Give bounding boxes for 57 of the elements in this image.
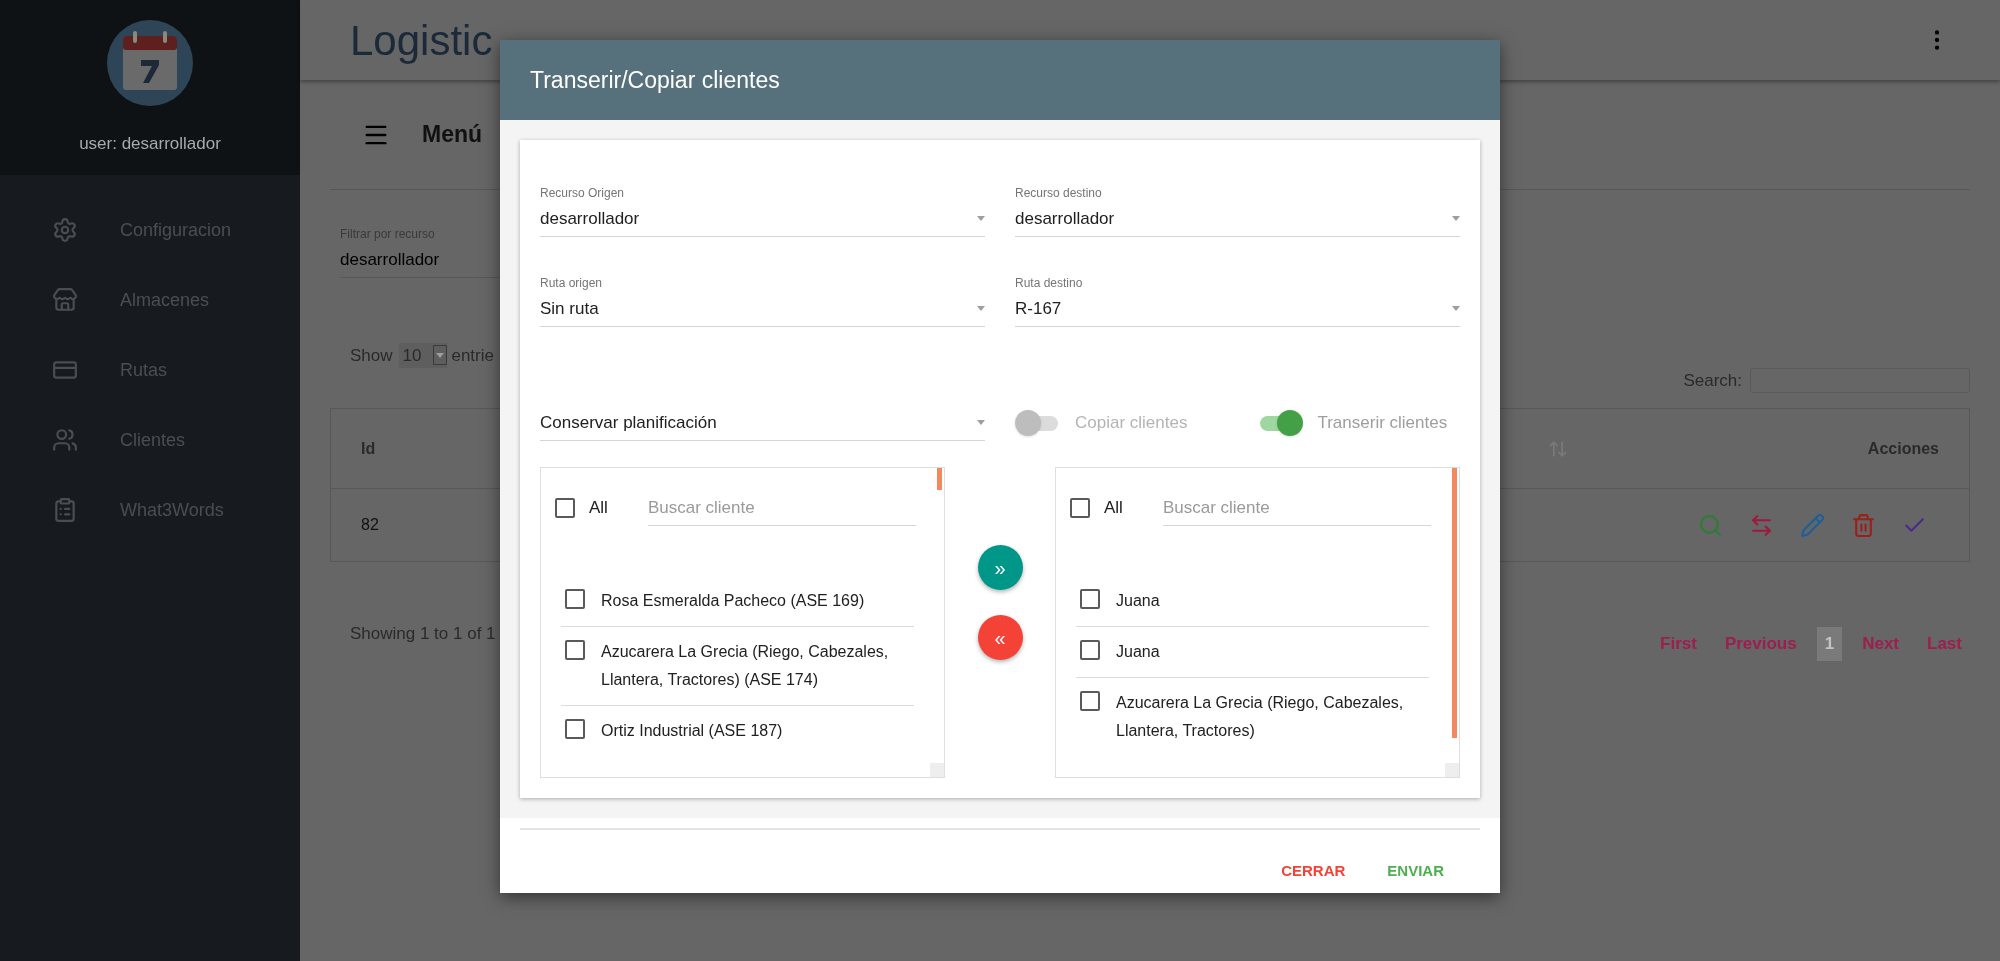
- select-field[interactable]: Sin ruta: [540, 291, 985, 327]
- toggle-label: Copiar clientes: [1075, 412, 1188, 435]
- dialog-button[interactable]: ENVIAR: [1371, 852, 1460, 891]
- checkbox[interactable]: [1080, 640, 1100, 660]
- pagination-link[interactable]: 1: [1816, 627, 1843, 661]
- caret-icon: [977, 420, 985, 425]
- search-label: Search:: [1683, 369, 1742, 392]
- checkbox[interactable]: [1070, 498, 1090, 518]
- table-info: Showing 1 to 1 of 1: [350, 623, 496, 645]
- scrollbar-thumb[interactable]: [1452, 468, 1457, 738]
- checkbox[interactable]: [565, 640, 585, 660]
- caret-icon: [977, 216, 985, 221]
- scrollbar-thumb[interactable]: [937, 468, 942, 490]
- user-name: user: desarrollador: [79, 133, 221, 155]
- field-label: Ruta destino: [1015, 275, 1084, 291]
- caret-icon: [436, 352, 445, 358]
- field-label: Ruta origen: [540, 275, 604, 291]
- client-name[interactable]: Rosa Esmeralda Pacheco (ASE 169): [601, 587, 865, 615]
- checkbox[interactable]: [565, 589, 585, 609]
- select-field[interactable]: desarrollador: [540, 201, 985, 237]
- move-button[interactable]: »: [977, 545, 1023, 590]
- column-header: Acciones: [1867, 438, 1939, 459]
- all-label: All: [589, 497, 608, 520]
- field-label: Recurso Origen: [540, 185, 626, 201]
- app-title: Logistic: [350, 15, 493, 66]
- client-name[interactable]: Juana: [1116, 638, 1160, 666]
- dialog-button[interactable]: CERRAR: [1265, 852, 1362, 891]
- settings-icon: [52, 217, 78, 243]
- scrollbar-corner: [1445, 763, 1459, 777]
- people-icon: [52, 427, 78, 453]
- checkbox[interactable]: [555, 498, 575, 518]
- caret-icon: [1452, 306, 1460, 311]
- toggle-label: Transerir clientes: [1317, 412, 1448, 435]
- client-name[interactable]: Ortiz Industrial (ASE 187): [601, 717, 783, 745]
- select-field[interactable]: R-167: [1015, 291, 1460, 327]
- all-label: All: [1104, 497, 1123, 520]
- menu-title: Menú: [422, 120, 483, 150]
- clipboard-icon: [52, 497, 78, 523]
- client-name[interactable]: Azucarera La Grecia (Riego, Cabezales, Llantera, Tractores) (ASE 174): [601, 638, 914, 694]
- dialog-title: Transerir/Copiar clientes: [530, 65, 780, 95]
- length-label: Show: [350, 344, 393, 367]
- checkbox[interactable]: [565, 719, 585, 739]
- move-button[interactable]: «: [977, 615, 1023, 660]
- select-field[interactable]: Conservar planificación: [540, 405, 985, 441]
- column-header: Id: [361, 438, 376, 459]
- client-name[interactable]: Juana: [1116, 587, 1160, 615]
- caret-icon: [1452, 216, 1460, 221]
- client-name[interactable]: Azucarera La Grecia (Riego, Cabezales, Llantera, Tractores): [1116, 689, 1429, 745]
- caret-icon: [977, 306, 985, 311]
- store-icon: [52, 287, 78, 313]
- field-label: Recurso destino: [1015, 185, 1103, 201]
- scrollbar-corner: [930, 763, 944, 777]
- select-field[interactable]: desarrollador: [1015, 201, 1460, 237]
- checkbox[interactable]: [1080, 691, 1100, 711]
- length-label: entrie: [451, 344, 494, 367]
- table-cell-text: 82: [361, 515, 379, 535]
- checkbox[interactable]: [1080, 589, 1100, 609]
